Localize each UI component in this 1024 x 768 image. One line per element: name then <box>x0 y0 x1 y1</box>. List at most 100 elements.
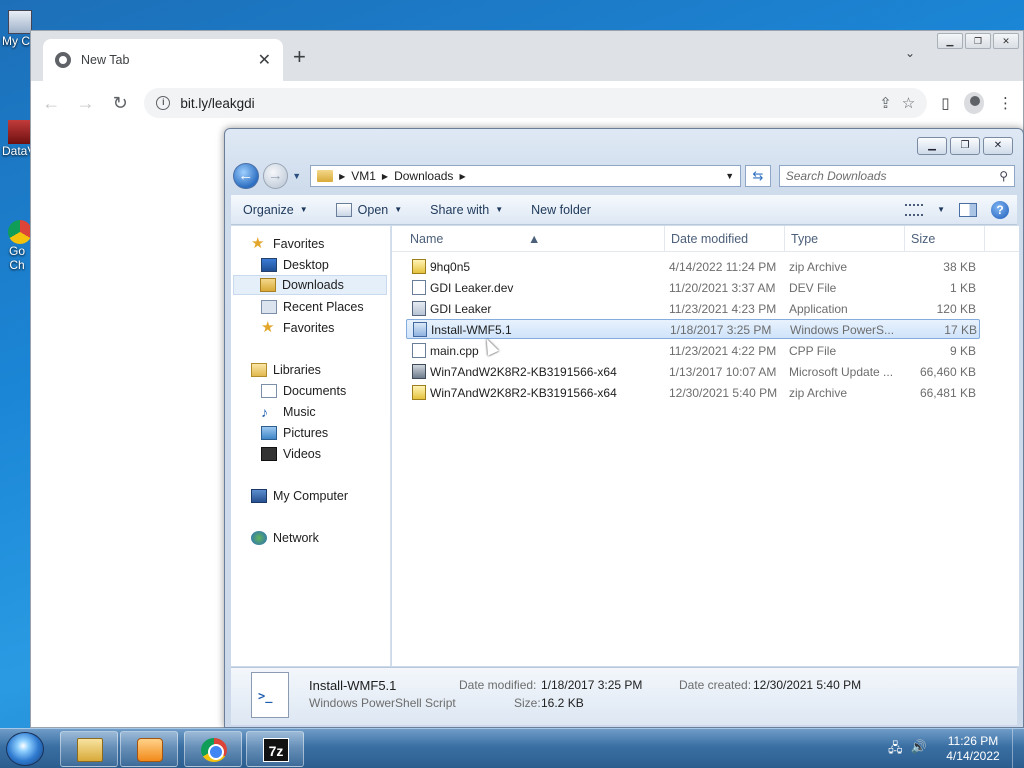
help-icon[interactable]: ? <box>991 200 1009 219</box>
show-desktop-button[interactable] <box>1012 729 1024 768</box>
address-bar[interactable]: i bit.ly/leakgdi ⇪ ☆ <box>144 88 928 118</box>
chrome-icon <box>201 738 227 762</box>
tab-search-icon[interactable]: ⌄ <box>905 46 915 60</box>
chrome-icon <box>8 220 32 244</box>
nav-desktop[interactable]: Desktop <box>261 255 381 275</box>
star-icon[interactable]: ☆ <box>902 94 915 112</box>
breadcrumb-separator-icon[interactable]: ▶ <box>339 172 345 181</box>
file-row[interactable]: Win7AndW2K8R2-KB3191566-x64 1/13/2017 10… <box>406 362 980 382</box>
column-size[interactable]: Size <box>911 232 935 246</box>
chevron-down-icon: ▼ <box>495 205 504 214</box>
share-icon[interactable]: ⇪ <box>879 94 892 112</box>
nav-recent-places[interactable]: Recent Places <box>261 297 381 317</box>
nav-my-computer[interactable]: My Computer <box>251 486 381 506</box>
downloads-folder-icon <box>260 278 276 292</box>
taskbar-media-player-button[interactable] <box>120 731 178 767</box>
file-row[interactable]: Win7AndW2K8R2-KB3191566-x64 12/30/2021 5… <box>406 383 980 403</box>
seven-zip-icon: 7z <box>263 738 289 762</box>
nav-pictures[interactable]: Pictures <box>261 423 381 443</box>
close-button[interactable]: ✕ <box>983 137 1013 155</box>
minimize-button[interactable]: ▁ <box>937 33 963 49</box>
chevron-down-icon: ▼ <box>394 205 403 214</box>
forward-arrow-icon[interactable]: → <box>75 93 95 114</box>
organize-button[interactable]: Organize ▼ <box>243 203 308 217</box>
network-icon <box>251 531 267 545</box>
explorer-window-controls: ▁ ❐ ✕ <box>917 137 1013 155</box>
clock[interactable]: 11:26 PM 4/14/2022 <box>938 734 1008 764</box>
url-text[interactable]: bit.ly/leakgdi <box>180 96 869 111</box>
tab-close-icon[interactable]: ✕ <box>258 50 271 70</box>
column-date-modified[interactable]: Date modified <box>671 232 748 246</box>
details-size: 16.2 KB <box>541 696 584 710</box>
view-options-dropdown-icon[interactable]: ▼ <box>937 205 945 214</box>
nav-favorites[interactable]: ★ Favorites <box>251 234 381 254</box>
tab-new-tab[interactable]: New Tab ✕ <box>43 39 283 81</box>
file-row[interactable]: 9hq0n5 4/14/2022 11:24 PM zip Archive 38… <box>406 257 980 277</box>
taskbar-chrome-button[interactable] <box>184 731 242 767</box>
preview-pane-icon[interactable] <box>959 202 977 217</box>
tab-title: New Tab <box>81 53 130 67</box>
computer-icon <box>251 489 267 503</box>
command-bar: Organize ▼ Open ▼ Share with ▼ New folde… <box>231 195 1017 225</box>
nav-downloads[interactable]: Downloads <box>233 275 387 295</box>
share-with-button[interactable]: Share with ▼ <box>430 203 503 217</box>
nav-music[interactable]: ♪ Music <box>261 402 381 422</box>
change-view-icon[interactable] <box>905 203 924 216</box>
desktop-icon-datav[interactable]: DataV <box>2 120 35 158</box>
column-name[interactable]: Name <box>410 232 443 246</box>
volume-icon[interactable]: 🔊 <box>911 739 927 761</box>
new-folder-button[interactable]: New folder <box>531 203 591 217</box>
back-arrow-icon[interactable]: ← <box>41 93 61 114</box>
desktop-icon-label: Go Ch <box>8 244 25 272</box>
address-dropdown-icon[interactable]: ▼ <box>725 171 734 181</box>
app-icon <box>412 301 426 316</box>
side-panel-icon[interactable]: ▯ <box>941 94 949 112</box>
breadcrumb-vm1[interactable]: VM1 <box>351 169 376 183</box>
desktop-icon <box>261 258 277 272</box>
start-button[interactable] <box>6 732 44 766</box>
nav-libraries[interactable]: Libraries <box>251 360 381 380</box>
search-icon[interactable]: ⚲ <box>999 169 1008 183</box>
nav-videos[interactable]: Videos <box>261 444 381 464</box>
desktop-icon-chrome[interactable]: Go Ch <box>2 220 32 272</box>
search-input[interactable] <box>785 169 1000 183</box>
desktop-icon-my-computer[interactable]: My C <box>2 10 32 48</box>
nav-network[interactable]: Network <box>251 528 381 548</box>
open-button[interactable]: Open ▼ <box>335 202 403 217</box>
column-type[interactable]: Type <box>791 232 818 246</box>
network-tray-icon[interactable]: 🖧 <box>888 739 903 761</box>
breadcrumb-downloads[interactable]: Downloads <box>394 169 453 183</box>
details-pane: Install-WMF5.1 Windows PowerShell Script… <box>231 667 1017 725</box>
app-shortcut-icon <box>8 120 32 144</box>
details-file-name: Install-WMF5.1 <box>309 678 397 693</box>
reload-icon[interactable]: ↻ <box>110 93 130 114</box>
new-tab-button[interactable]: + <box>293 44 306 70</box>
nav-favorites-folder[interactable]: ★ Favorites <box>261 318 381 338</box>
file-row[interactable]: GDI Leaker.dev 11/20/2021 3:37 AM DEV Fi… <box>406 278 980 298</box>
open-label: Open <box>357 202 389 217</box>
site-info-icon[interactable]: i <box>156 96 171 110</box>
zip-icon <box>412 385 426 400</box>
nav-documents[interactable]: Documents <box>261 381 381 401</box>
taskbar-7zip-button[interactable]: 7z <box>246 731 304 767</box>
browser-toolbar: ← → ↻ i bit.ly/leakgdi ⇪ ☆ ▯ ⋮ <box>31 81 1023 125</box>
organize-label: Organize <box>243 202 294 217</box>
file-row[interactable]: GDI Leaker 11/23/2021 4:23 PM Applicatio… <box>406 299 980 319</box>
breadcrumb-separator-icon[interactable]: ▶ <box>459 172 465 181</box>
close-button[interactable]: ✕ <box>993 33 1019 49</box>
maximize-button[interactable]: ❐ <box>950 137 980 155</box>
breadcrumb[interactable]: ▶ VM1 ▶ Downloads ▶ ▼ <box>310 165 742 187</box>
profile-icon[interactable] <box>963 92 984 114</box>
menu-icon[interactable]: ⋮ <box>998 94 1013 112</box>
breadcrumb-separator-icon[interactable]: ▶ <box>382 172 388 181</box>
back-button[interactable]: ← <box>233 163 259 189</box>
navigation-pane: ★ Favorites Desktop Downloads Recent Plac… <box>231 226 391 666</box>
maximize-button[interactable]: ❐ <box>965 33 991 49</box>
recent-pages-dropdown-icon[interactable]: ▼ <box>292 171 302 181</box>
refresh-button[interactable]: ⇆ <box>745 165 771 187</box>
taskbar-explorer-button[interactable] <box>60 731 118 767</box>
forward-button[interactable]: → <box>262 163 289 189</box>
minimize-button[interactable]: ▁ <box>917 137 947 155</box>
search-box[interactable]: ⚲ <box>778 165 1016 187</box>
documents-icon <box>261 384 277 398</box>
